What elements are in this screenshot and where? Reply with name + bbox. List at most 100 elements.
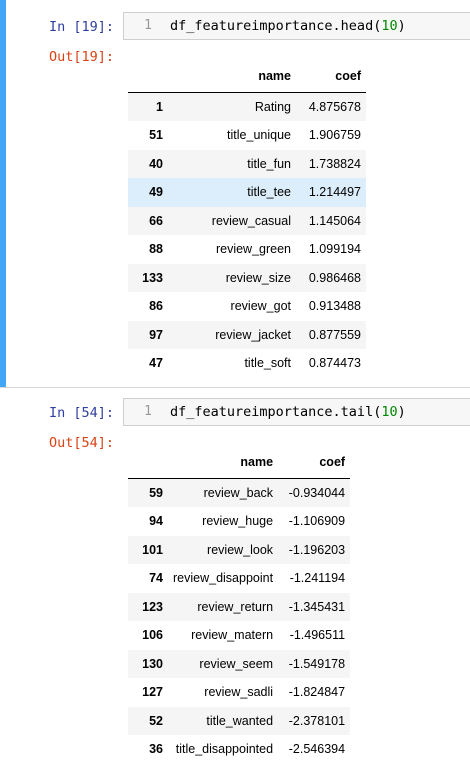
table-row: 52 title_wanted -2.378101 [128,706,351,735]
table-row: 74 review_disappoint -1.241194 [128,564,350,593]
row-index: 94 [149,514,163,529]
row-index: 51 [149,128,163,143]
line-number: 1 [144,404,152,419]
table-header-row: name coef [128,446,351,479]
table-row: 133 review_size 0.986468 [128,263,366,292]
cell-name: review_sadli [204,685,274,700]
cell-name: title_tee [247,185,291,200]
cell-name: review_disappoint [173,571,274,586]
dataframe-table: name coef 59 review_back -0.934044 94 revie… [128,446,351,764]
dataframe-table: name coef 1 Rating 4.875678 51 title_unique… [128,60,366,378]
row-index: 101 [142,542,163,557]
cell-name: review_green [215,242,291,257]
column-header-coef: coef [278,446,351,479]
cell-name: review_back [203,486,274,500]
row-index: 127 [142,685,163,700]
row-index: 40 [149,156,163,171]
cell-coef: -1.549178 [288,656,346,671]
output-prompt: Out[19]: [48,49,114,65]
cell-coef: -0.934044 [288,486,346,500]
cell-coef: 0.913488 [308,299,361,314]
row-index: 123 [142,599,163,614]
row-index: 133 [142,270,163,285]
table-row: 130 review_seem -1.549178 [128,649,351,678]
code-text-end: ) [397,404,406,420]
code-number-literal: 10 [381,404,398,420]
table-row: 127 review_sadli -1.824847 [128,678,350,707]
code-editor[interactable]: 1 df_featureimportance.tail(10) [123,398,470,426]
row-index: 86 [149,299,163,314]
code-line[interactable]: df_featureimportance.head(10) [170,13,406,39]
row-index: 1 [156,100,163,114]
table-row: 123 review_return -1.345431 [128,592,351,621]
cell-name: title_fun [247,156,291,171]
notebook: In [19]: 1 df_featureimportance.head(10)… [0,0,470,774]
row-index: 49 [149,185,163,200]
input-area: In [19]: 1 df_featureimportance.head(10) [0,12,470,42]
cell-coef: -1.106909 [288,514,346,529]
cell-name: title_wanted [206,713,274,728]
cell-name: title_soft [244,356,291,371]
cell-name: Rating [254,100,291,114]
cell-coef: 1.099194 [308,242,361,257]
row-index: 59 [149,486,163,500]
cell-coef: 4.875678 [308,100,361,114]
row-index: 52 [149,713,163,728]
cell-name: title_disappointed [175,742,274,757]
code-line[interactable]: df_featureimportance.tail(10) [170,399,406,425]
cell-name: review_look [207,542,274,557]
table-row: 36 title_disappointed -2.546394 [128,735,350,764]
cell-coef: -2.378101 [288,713,346,728]
code-text-end: ) [397,18,406,34]
table-row: 40 title_fun 1.738824 [128,149,366,178]
table-row: 101 review_look -1.196203 [128,535,351,564]
cell-coef: 1.906759 [308,128,361,143]
cell-coef: 0.874473 [308,356,361,371]
index-header [128,60,168,93]
cell-name: review_got [230,299,291,314]
cell-name: review_return [197,599,274,614]
table-row: 59 review_back -0.934044 [128,478,351,507]
table-row: 94 review_huge -1.106909 [128,507,350,536]
cell-name: review_huge [202,514,274,529]
cell-name: review_size [225,270,291,285]
table-row-hovered: 49 title_tee 1.214497 [128,178,366,207]
code-number-literal: 10 [381,18,398,34]
row-index: 97 [149,327,163,342]
input-prompt: In [19]: [48,19,114,35]
cell-name: review_seem [199,656,274,671]
table-row: 66 review_casual 1.145064 [128,206,366,235]
code-cell-19[interactable]: In [19]: 1 df_featureimportance.head(10)… [0,0,470,388]
code-editor[interactable]: 1 df_featureimportance.head(10) [123,12,470,40]
cell-name: review_matern [191,628,274,643]
table-row: 86 review_got 0.913488 [128,292,366,321]
column-header-name: name [168,446,279,479]
cell-coef: 0.877559 [308,327,361,342]
row-index: 66 [149,213,163,228]
code-cell-54[interactable]: In [54]: 1 df_featureimportance.tail(10)… [0,388,470,774]
cell-name: title_unique [227,128,291,143]
input-prompt: In [54]: [48,405,114,421]
index-header [128,446,168,479]
table-row: 88 review_green 1.099194 [128,235,366,264]
row-index: 130 [142,656,163,671]
table-row: 1 Rating 4.875678 [128,92,366,121]
cell-name: review_casual [211,213,291,228]
cell-coef: -1.496511 [289,628,346,643]
cell-coef: -2.546394 [288,742,346,757]
cell-coef: 1.145064 [308,213,361,228]
cell-coef: -1.824847 [288,685,346,700]
table-row: 51 title_unique 1.906759 [128,121,366,150]
row-index: 36 [149,742,163,757]
row-index: 47 [149,356,163,371]
table-header-row: name coef [128,60,366,93]
row-index: 106 [142,628,163,643]
code-text: df_featureimportance.tail( [170,404,382,420]
table-row: 106 review_matern -1.496511 [128,621,350,650]
cell-coef: -1.241194 [289,571,346,586]
row-index: 74 [149,571,163,586]
row-index: 88 [149,242,163,257]
cell-coef: 0.986468 [308,270,361,285]
cell-coef: -1.196203 [288,542,346,557]
output-prompt: Out[54]: [48,435,114,451]
